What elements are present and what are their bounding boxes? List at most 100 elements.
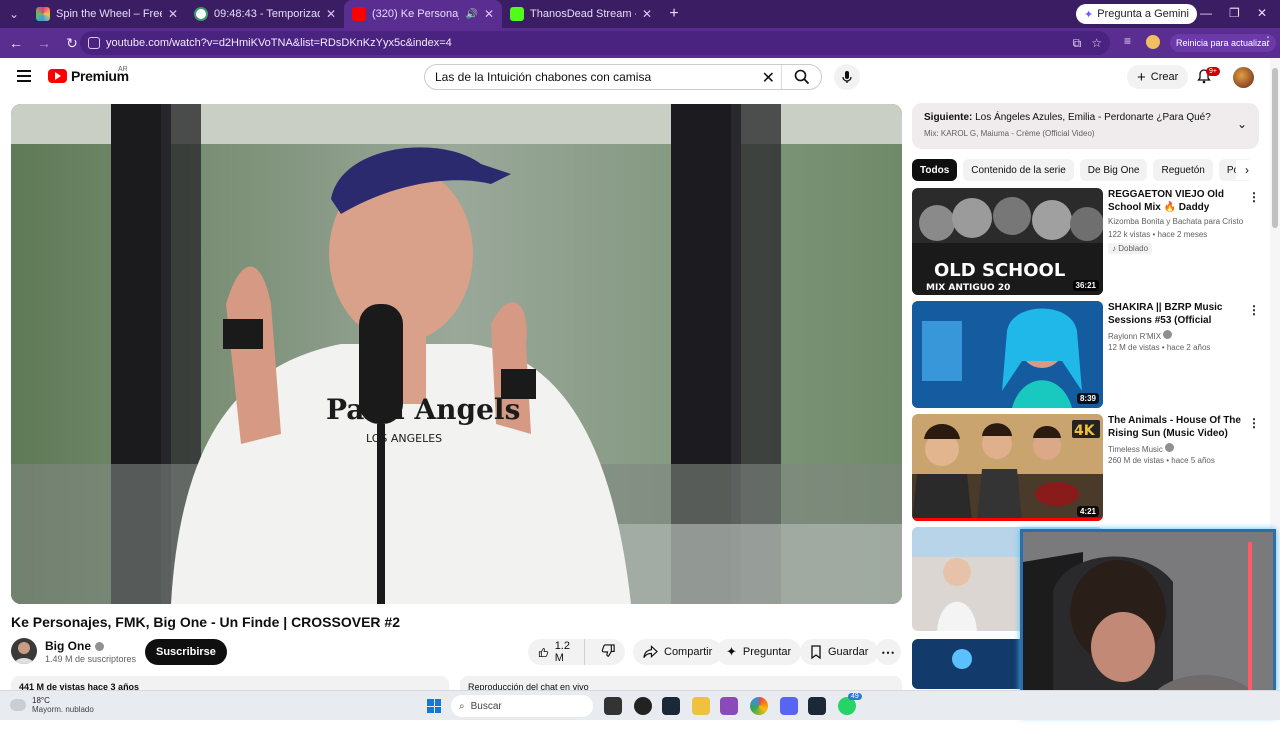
steam-client-icon[interactable] (808, 697, 826, 715)
duration-badge: 8:39 (1076, 393, 1099, 404)
close-tab-icon[interactable]: ✕ (168, 7, 178, 21)
svg-text:Palm Angels: Palm Angels (326, 393, 520, 426)
close-tab-icon[interactable]: ✕ (326, 7, 336, 21)
tab-spin-wheel[interactable]: Spin the Wheel – Free Wheel Sp ✕ (28, 0, 186, 28)
search-button[interactable] (781, 65, 821, 89)
rec-title[interactable]: The Animals - House Of The Rising Sun (M… (1108, 414, 1243, 440)
maximize-icon[interactable]: ❐ (1229, 6, 1240, 20)
weather-widget[interactable]: 18°C Mayorm. nublado (10, 696, 94, 714)
windows-start-icon[interactable] (427, 699, 441, 713)
steam-icon[interactable] (662, 697, 680, 715)
share-button[interactable]: Compartir (633, 639, 723, 665)
verified-icon (1165, 443, 1175, 452)
up-next-panel[interactable]: Siguiente: Los Ángeles Azules, Emilia - … (912, 103, 1259, 149)
chrome-icon[interactable] (750, 697, 768, 715)
address-toolbar: ← → ↻ youtube.com/watch?v=d2HmiKVoTNA&li… (0, 28, 1280, 58)
chip-serie[interactable]: Contenido de la serie (963, 159, 1074, 181)
obs-icon[interactable] (634, 697, 652, 715)
chevron-right-icon[interactable]: › (1236, 160, 1258, 180)
tab-title: Spin the Wheel – Free Wheel Sp (56, 8, 162, 20)
tab-kick[interactable]: ThanosDead Stream - Watch Li ✕ (502, 0, 660, 28)
taskbar-search[interactable]: ⌕ Buscar (451, 695, 593, 717)
menu-icon[interactable] (17, 70, 31, 82)
ask-button[interactable]: ✦ Preguntar (716, 639, 802, 665)
chip-todos[interactable]: Todos (912, 159, 958, 181)
dubbed-badge: ♪ Doblado (1108, 243, 1153, 254)
rec-title[interactable]: SHAKIRA || BZRP Music Sessions #53 (Offi… (1108, 301, 1243, 327)
rec-channel[interactable]: Kizomba Bonita y Bachata para Cristo (1108, 217, 1243, 226)
discord-icon[interactable] (780, 697, 798, 715)
voice-search-button[interactable] (834, 64, 860, 90)
rec-meta: 260 M de vistas • hace 5 años (1108, 456, 1215, 465)
bookmark-star-icon[interactable]: ☆ (1091, 36, 1102, 51)
thumbs-up-icon (538, 647, 549, 657)
search-input[interactable]: Las de la Intuición chabones con camisa … (424, 64, 822, 90)
timer-favicon-icon (194, 7, 208, 21)
recommendation-item[interactable]: 8:39 SHAKIRA || BZRP Music Sessions #53 … (912, 301, 1262, 409)
back-icon[interactable]: ← (4, 35, 28, 51)
site-info-icon[interactable] (88, 37, 100, 49)
next-mix-subtitle: Mix: KAROL G, Maiuma - Crème (Official V… (924, 129, 1095, 138)
tab-search-icon[interactable]: ⌄ (0, 0, 28, 28)
sparkle-icon: ✦ (726, 644, 737, 659)
cast-icon[interactable]: ⧉ (1073, 36, 1082, 51)
chip-regueton[interactable]: Reguetón (1153, 159, 1213, 181)
save-label: Guardar (828, 646, 869, 658)
media-controls-icon[interactable]: ≡ (1124, 34, 1131, 48)
youtube-favicon-icon (352, 7, 366, 21)
like-button[interactable]: 1.2 M (528, 639, 586, 665)
verified-icon (95, 641, 105, 651)
recommendation-item[interactable]: 4K 4:21 The Animals - House Of The Risin… (912, 414, 1262, 522)
windows-taskbar: 18°C Mayorm. nublado ⌕ Buscar 49 (0, 690, 1280, 720)
rec-title[interactable]: REGGAETON VIEJO Old School Mix 🔥 Daddy Y… (1108, 188, 1243, 214)
file-explorer-icon[interactable] (692, 697, 710, 715)
close-tab-icon[interactable]: ✕ (484, 7, 494, 21)
chip-big-one[interactable]: De Big One (1079, 159, 1148, 181)
more-actions-button[interactable]: ⋯ (875, 639, 901, 665)
whatsapp-badge: 49 (848, 693, 862, 700)
account-avatar[interactable] (1233, 67, 1254, 88)
forward-icon[interactable]: → (32, 35, 56, 51)
tab-youtube[interactable]: (320) Ke Personajes, FMK, B 🔊 ✕ (344, 0, 502, 28)
dislike-button[interactable] (591, 643, 626, 661)
video-player[interactable]: Palm Angels LOS ANGELES (11, 104, 902, 604)
rec-menu-icon[interactable]: ⋮ (1248, 190, 1260, 204)
scrollbar-thumb[interactable] (1272, 68, 1278, 228)
video-thumbnail[interactable]: 4K 4:21 (912, 414, 1103, 521)
rec-menu-icon[interactable]: ⋮ (1248, 303, 1260, 317)
update-button[interactable]: Reinicia para actualizar (1170, 34, 1276, 52)
new-tab-icon[interactable]: + (660, 5, 688, 23)
minimize-icon[interactable]: — (1200, 6, 1212, 20)
tab-timer[interactable]: 09:48:43 - Temporizador Online ✕ (186, 0, 344, 28)
browser-menu-icon[interactable]: ⋮ (1262, 34, 1274, 48)
rec-channel[interactable]: Timeless Music (1108, 443, 1175, 454)
search-query: Las de la Intuición chabones con camisa (435, 70, 652, 84)
app-icon[interactable] (720, 697, 738, 715)
clear-search-icon[interactable]: ✕ (762, 68, 775, 88)
gemini-button[interactable]: ✦ Pregunta a Gemini (1076, 4, 1197, 24)
recommendation-item[interactable]: OLD SCHOOL MIX ANTIGUO 20 36:21 REGGAETO… (912, 188, 1262, 296)
rec-channel[interactable]: Raylonn R'MIX (1108, 330, 1173, 341)
rec-channel-text: Timeless Music (1108, 445, 1163, 454)
more-horizontal-icon: ⋯ (881, 643, 895, 660)
close-window-icon[interactable]: ✕ (1257, 6, 1267, 20)
close-tab-icon[interactable]: ✕ (642, 7, 652, 21)
notification-count-badge: 9+ (1206, 67, 1220, 76)
profile-icon[interactable] (1146, 35, 1160, 49)
youtube-logo[interactable]: Premium AR (48, 66, 129, 84)
channel-name[interactable]: Big One (45, 639, 105, 653)
task-view-icon[interactable] (604, 697, 622, 715)
channel-avatar[interactable] (11, 638, 37, 664)
share-icon (643, 645, 658, 658)
video-thumbnail[interactable]: 8:39 (912, 301, 1103, 408)
subscribe-button[interactable]: Suscribirse (145, 639, 227, 665)
rec-menu-icon[interactable]: ⋮ (1248, 416, 1260, 430)
create-button[interactable]: + Crear (1127, 65, 1189, 89)
tab-title: (320) Ke Personajes, FMK, B (372, 8, 460, 20)
address-bar[interactable]: youtube.com/watch?v=d2HmiKVoTNA&list=RDs… (80, 31, 1110, 55)
video-thumbnail[interactable]: OLD SCHOOL MIX ANTIGUO 20 36:21 (912, 188, 1103, 295)
next-label: Siguiente: (924, 112, 973, 123)
speaker-icon[interactable]: 🔊 (465, 9, 477, 20)
save-button[interactable]: Guardar (800, 639, 879, 665)
chevron-down-icon[interactable]: ⌄ (1237, 117, 1247, 131)
